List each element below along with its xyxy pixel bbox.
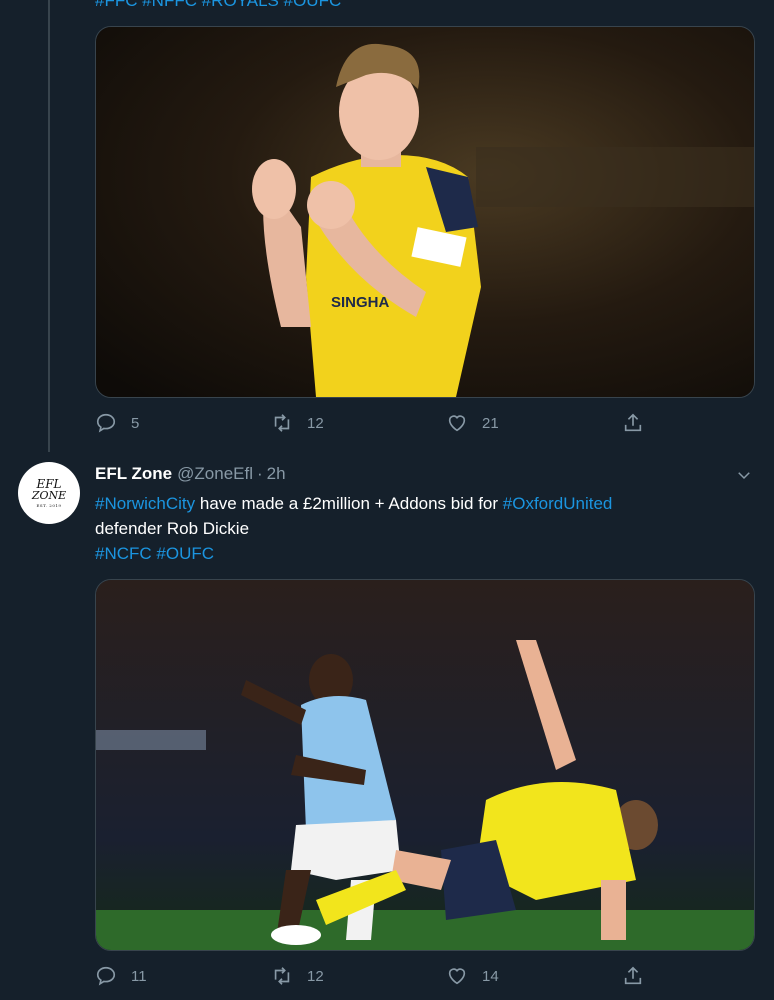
like-icon (448, 415, 466, 432)
tweet-image[interactable] (95, 579, 755, 951)
previous-tweet-image[interactable]: SINGHA (95, 26, 755, 398)
reply-icon (96, 966, 116, 986)
hashtag-link[interactable]: #NCFC (95, 544, 152, 563)
display-name[interactable]: EFL Zone (95, 464, 172, 484)
tweet-timestamp[interactable]: 2h (267, 464, 286, 484)
retweet-icon (274, 414, 290, 432)
tweet-header: EFL Zone @ZoneEfl · 2h (95, 464, 286, 484)
like-count: 14 (482, 967, 499, 985)
reply-icon (96, 413, 116, 433)
reply-button[interactable]: 11 (95, 965, 147, 987)
retweet-button[interactable]: 12 (271, 965, 324, 987)
retweet-icon (274, 967, 290, 985)
reply-count: 5 (131, 414, 140, 432)
like-icon (448, 968, 466, 985)
tweet-text: #NorwichCity have made a £2million + Add… (95, 491, 735, 566)
thread-connector-line (48, 0, 50, 452)
chevron-down-icon[interactable] (735, 466, 753, 484)
like-button[interactable]: 14 (446, 965, 499, 987)
share-icon (624, 413, 642, 432)
hashtag-link[interactable]: #NorwichCity (95, 494, 195, 513)
reply-button[interactable]: 5 (95, 412, 139, 434)
previous-tweet-actions: 5 12 21 (95, 412, 655, 436)
tweet-text-part: have made a £2million + Addons bid for (195, 494, 503, 513)
share-button[interactable] (622, 965, 658, 987)
avatar[interactable]: EFL ZONE EST. 2019 (18, 462, 80, 524)
separator-dot: · (257, 464, 263, 483)
tweet-actions: 11 12 14 (95, 965, 655, 989)
retweet-button[interactable]: 12 (271, 412, 324, 434)
like-button[interactable]: 21 (446, 412, 499, 434)
hashtag-link[interactable]: #OUFC (156, 544, 214, 563)
retweet-count: 12 (307, 967, 324, 985)
reply-count: 11 (131, 967, 147, 985)
tweet-text-part: defender Rob Dickie (95, 519, 250, 538)
avatar-line3: EST. 2019 (36, 503, 62, 508)
user-handle[interactable]: @ZoneEfl (177, 464, 253, 484)
previous-tweet-hashtags[interactable]: #FFC #NFFC #ROYALS #OUFC (95, 0, 341, 11)
share-button[interactable] (622, 412, 658, 434)
hashtag-link[interactable]: #OxfordUnited (503, 494, 613, 513)
svg-text:SINGHA: SINGHA (331, 294, 390, 311)
avatar-line2: ZONE (31, 489, 67, 502)
retweet-count: 12 (307, 414, 324, 432)
like-count: 21 (482, 414, 499, 432)
share-icon (624, 966, 642, 985)
